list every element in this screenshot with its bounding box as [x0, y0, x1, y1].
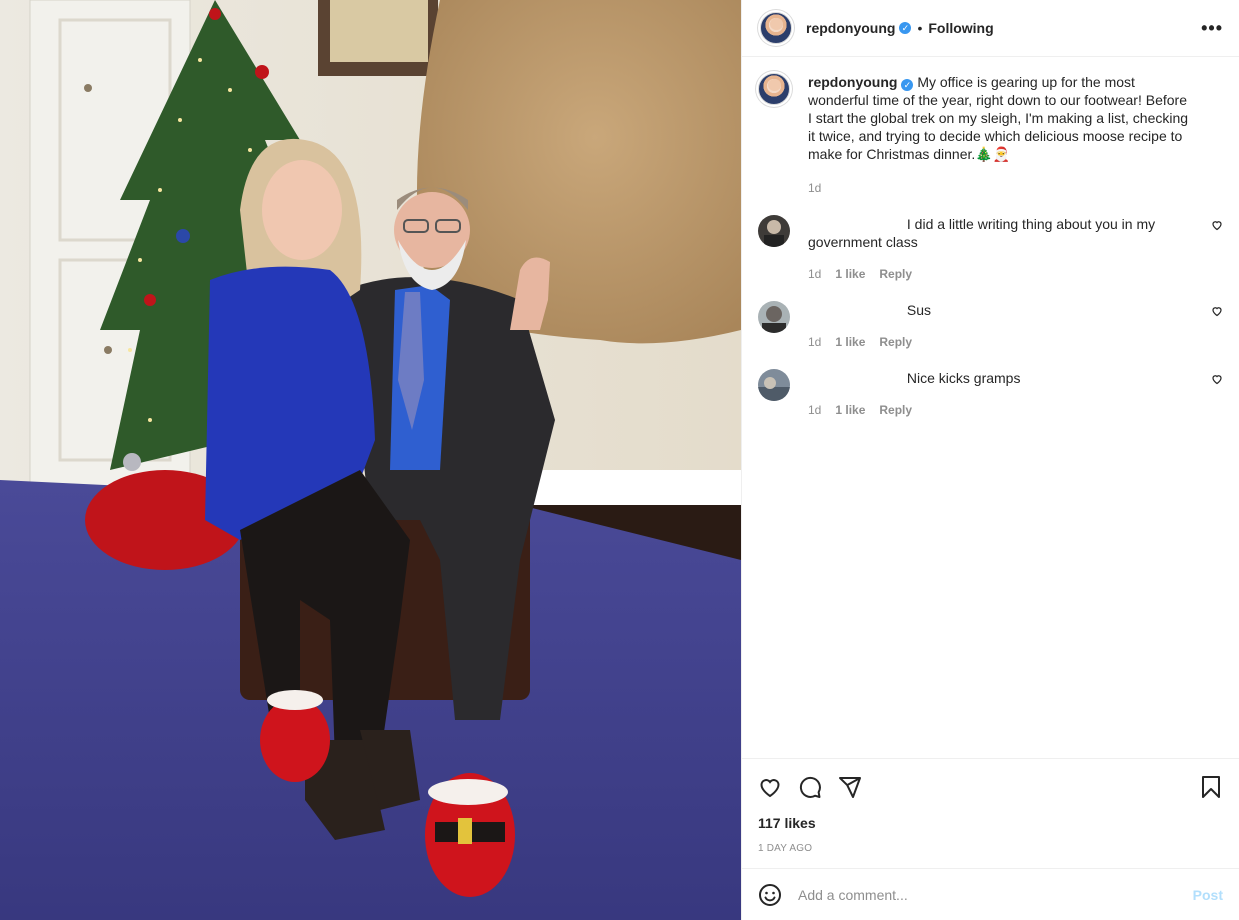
comment-bubble-icon[interactable]	[798, 775, 822, 799]
comment-item: Sus 1d 1 like Reply	[758, 301, 1223, 351]
photo-illustration	[0, 0, 741, 920]
header-separator: •	[917, 20, 923, 36]
comment-likes[interactable]: 1 like	[835, 265, 865, 283]
commenter-avatar[interactable]	[758, 215, 790, 247]
paper-plane-icon[interactable]	[838, 775, 862, 799]
author-username[interactable]: repdonyoung	[806, 20, 895, 36]
comment-item: I did a little writing thing about you i…	[758, 215, 1223, 283]
comment-input[interactable]	[798, 886, 1193, 903]
reply-button[interactable]: Reply	[879, 265, 912, 283]
commenter-avatar[interactable]	[758, 301, 790, 333]
comment-meta: 1d 1 like Reply	[808, 265, 1193, 283]
comment-like-heart-icon[interactable]	[1211, 219, 1223, 231]
post-photo[interactable]	[0, 0, 741, 920]
caption-body: repdonyoung ✓ My office is gearing up for…	[808, 73, 1223, 197]
comment-time[interactable]: 1d	[808, 401, 821, 419]
author-avatar[interactable]	[760, 12, 792, 44]
comments-list: repdonyoung ✓ My office is gearing up for…	[742, 57, 1239, 758]
comment-text: I did a little writing thing about you i…	[808, 216, 1156, 250]
likes-count[interactable]: 117 likes	[758, 815, 1223, 831]
caption-avatar[interactable]	[758, 73, 790, 105]
comment-text: Sus	[906, 302, 932, 318]
post-comment-button[interactable]: Post	[1193, 887, 1223, 903]
comment-like-heart-icon[interactable]	[1211, 373, 1223, 385]
caption-meta: 1d	[808, 179, 1193, 197]
comment-likes[interactable]: 1 like	[835, 333, 865, 351]
verified-badge-icon: ✓	[899, 22, 912, 34]
instagram-post: repdonyoung ✓ • Following ••• repdonyoun…	[0, 0, 1239, 920]
post-actions: 117 likes 1 DAY AGO	[742, 758, 1239, 868]
comment-like-heart-icon[interactable]	[1211, 305, 1223, 317]
post-timestamp[interactable]: 1 DAY AGO	[758, 843, 1223, 854]
more-options-icon[interactable]: •••	[1201, 18, 1223, 39]
caption-username[interactable]: repdonyoung	[808, 74, 897, 90]
comment-body: Sus 1d 1 like Reply	[808, 301, 1223, 351]
comment-meta: 1d 1 like Reply	[808, 333, 1193, 351]
reply-button[interactable]: Reply	[879, 333, 912, 351]
comment-item: Nice kicks gramps 1d 1 like Reply	[758, 369, 1223, 419]
add-comment-bar: Post	[742, 868, 1239, 920]
comment-time[interactable]: 1d	[808, 333, 821, 351]
comment-body: Nice kicks gramps 1d 1 like Reply	[808, 369, 1223, 419]
comment-time[interactable]: 1d	[808, 265, 821, 283]
post-header: repdonyoung ✓ • Following •••	[742, 0, 1239, 57]
caption-time[interactable]: 1d	[808, 179, 821, 197]
verified-badge-icon: ✓	[901, 79, 914, 91]
reply-button[interactable]: Reply	[879, 401, 912, 419]
bookmark-icon[interactable]	[1199, 775, 1223, 799]
comment-body: I did a little writing thing about you i…	[808, 215, 1223, 283]
comment-meta: 1d 1 like Reply	[808, 401, 1193, 419]
commenter-avatar[interactable]	[758, 369, 790, 401]
action-bar	[758, 759, 1223, 813]
comment-text: Nice kicks gramps	[906, 370, 1021, 386]
following-button[interactable]: Following	[928, 20, 993, 36]
heart-icon[interactable]	[758, 775, 782, 799]
comment-likes[interactable]: 1 like	[835, 401, 865, 419]
smiley-icon[interactable]	[758, 883, 782, 907]
caption: repdonyoung ✓ My office is gearing up for…	[758, 73, 1223, 197]
post-side-panel: repdonyoung ✓ • Following ••• repdonyoun…	[741, 0, 1239, 920]
